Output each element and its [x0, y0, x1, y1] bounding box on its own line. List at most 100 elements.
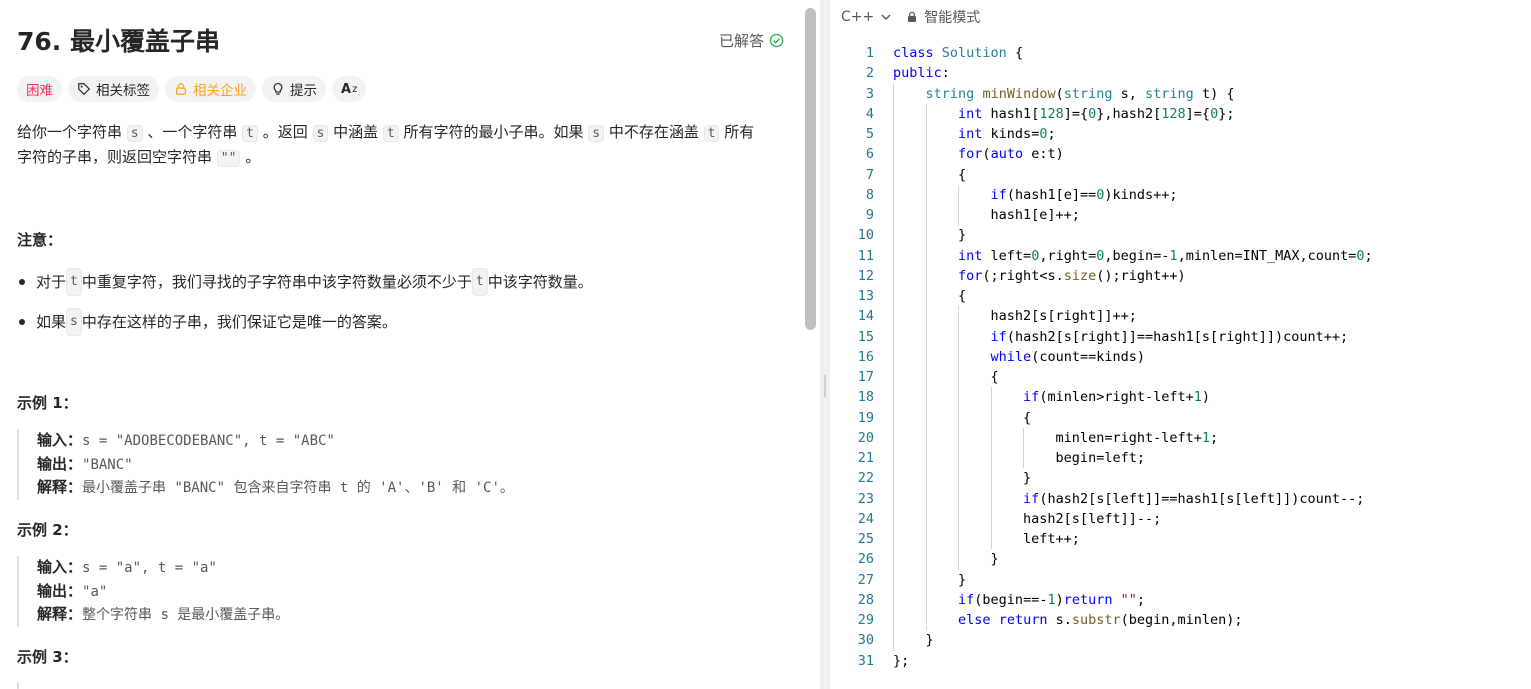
- code-text: left++;: [893, 531, 1080, 547]
- line-number: 1: [865, 45, 874, 61]
- code-text: }: [893, 227, 967, 244]
- code-text: string minWindow(string s, string t) {: [925, 85, 1235, 102]
- code-line[interactable]: 6 for(auto e:t): [830, 144, 1531, 165]
- hint-button[interactable]: 提示: [262, 76, 326, 102]
- code-line[interactable]: 21 begin=left;: [830, 448, 1531, 469]
- description-line-2: 字符的子串，则返回空字符串 "" 。: [17, 148, 261, 167]
- code-line[interactable]: 1 class Solution {: [830, 43, 1531, 63]
- code-text: for(auto e:t): [958, 146, 1064, 163]
- code-text: {: [893, 288, 967, 304]
- hint-label: 提示: [290, 83, 317, 99]
- code-text: hash1[e]++;: [893, 207, 1080, 223]
- code-text: }: [893, 470, 1032, 487]
- code-text: {: [893, 166, 967, 183]
- code-line[interactable]: 10 }: [830, 225, 1531, 246]
- code-line[interactable]: 18 if(minlen>right-left+1): [830, 387, 1531, 408]
- line-number: 28: [857, 591, 874, 608]
- code-text: while(count==kinds): [990, 348, 1145, 365]
- code-text: if(hash2[s[left]]==hash1[s[left]])count-…: [1023, 490, 1365, 507]
- line-number: 12: [857, 267, 874, 284]
- lightbulb-icon: [273, 82, 283, 95]
- list-item: 如果 s 中存在这样的子串，我们保证它是唯一的答案。: [17, 308, 593, 336]
- panel-divider[interactable]: [820, 0, 830, 689]
- line-number: 24: [857, 510, 874, 527]
- inline-code: "": [216, 150, 241, 167]
- language-select[interactable]: C++: [841, 9, 892, 25]
- line-number: 25: [857, 531, 874, 547]
- related-tags-label: 相关标签: [96, 83, 150, 99]
- code-line[interactable]: 11 int left=0,right=0,begin=-1,minlen=IN…: [830, 245, 1531, 266]
- code-line[interactable]: 26 }: [830, 549, 1531, 570]
- code-line[interactable]: 25 left++;: [830, 529, 1531, 550]
- tag-icon: [78, 83, 91, 96]
- code-line[interactable]: 15 if(hash2[s[right]]==hash1[s[right]])c…: [830, 326, 1531, 347]
- code-line[interactable]: 29 else return s.substr(begin,minlen);: [830, 610, 1531, 631]
- solved-status: 已解答: [719, 30, 784, 51]
- code-editor[interactable]: 1 class Solution {2 public: 3 string minWin…: [830, 43, 1531, 671]
- code-text: if(begin==-1)return "";: [958, 591, 1146, 608]
- inline-code: t: [382, 125, 399, 142]
- code-line[interactable]: 13 {: [830, 286, 1531, 307]
- line-number: 9: [865, 207, 874, 223]
- line-number: 20: [857, 429, 874, 446]
- line-number: 2: [865, 65, 874, 82]
- code-text: {: [893, 409, 1032, 426]
- example-2-heading: 示例 2：: [17, 521, 78, 539]
- code-line[interactable]: 31};: [830, 651, 1531, 671]
- code-line[interactable]: 3 string minWindow(string s, string t) {: [830, 83, 1531, 104]
- code-text: hash2[s[right]]++;: [893, 308, 1137, 325]
- line-number: 29: [857, 612, 874, 628]
- difficulty-label: 困难: [26, 83, 53, 99]
- related-tags-button[interactable]: 相关标签: [68, 76, 159, 102]
- line-number: 3: [865, 85, 874, 102]
- code-text: class Solution {: [893, 45, 1024, 61]
- code-line[interactable]: 16 while(count==kinds): [830, 346, 1531, 367]
- inline-code: s: [126, 125, 143, 142]
- code-line[interactable]: 7 {: [830, 164, 1531, 185]
- line-number: 6: [865, 146, 874, 163]
- code-line[interactable]: 9 hash1[e]++;: [830, 205, 1531, 226]
- code-text: }: [893, 632, 934, 649]
- code-text: int kinds=0;: [958, 126, 1056, 142]
- code-text: }: [893, 551, 999, 568]
- inline-code: s: [588, 125, 605, 142]
- code-line[interactable]: 27 }: [830, 569, 1531, 590]
- code-line[interactable]: 4 int hash1[128]={0},hash2[128]={0};: [830, 103, 1531, 124]
- code-line[interactable]: 24 hash2[s[left]]--;: [830, 508, 1531, 529]
- tag-bar: 困难 相关标签 相关企业 提示 Az: [17, 76, 367, 102]
- code-line[interactable]: 30 }: [830, 630, 1531, 651]
- code-line[interactable]: 23 if(hash2[s[left]]==hash1[s[left]])cou…: [830, 488, 1531, 509]
- code-line[interactable]: 19 {: [830, 407, 1531, 428]
- code-line[interactable]: 2 public:: [830, 63, 1531, 83]
- line-number: 31: [857, 652, 874, 669]
- code-line[interactable]: 14 hash2[s[right]]++;: [830, 306, 1531, 327]
- problem-title: 76. 最小覆盖子串: [17, 27, 220, 56]
- line-number: 16: [857, 348, 874, 365]
- related-companies-button[interactable]: 相关企业: [165, 76, 256, 102]
- line-number: 21: [857, 450, 874, 466]
- line-number: 13: [857, 288, 874, 304]
- code-line[interactable]: 22 }: [830, 468, 1531, 489]
- line-number: 30: [857, 632, 874, 649]
- problem-scrollbar[interactable]: [805, 8, 816, 330]
- code-text: begin=left;: [893, 450, 1145, 466]
- mode-label: 智能模式: [924, 9, 981, 26]
- code-line[interactable]: 8 if(hash1[e]==0)kinds++;: [830, 184, 1531, 205]
- code-line[interactable]: 5 int kinds=0;: [830, 124, 1531, 145]
- related-companies-label: 相关企业: [193, 83, 247, 99]
- code-text: minlen=right-left+1;: [893, 429, 1219, 446]
- code-text: int left=0,right=0,begin=-1,minlen=INT_M…: [958, 247, 1373, 264]
- code-line[interactable]: 28 if(begin==-1)return "";: [830, 589, 1531, 610]
- code-line[interactable]: 12 for(;right<s.size();right++): [830, 265, 1531, 286]
- code-line[interactable]: 20 minlen=right-left+1;: [830, 427, 1531, 448]
- line-number: 22: [857, 470, 874, 487]
- line-number: 10: [857, 227, 874, 244]
- smart-mode-toggle[interactable]: 智能模式: [906, 7, 980, 27]
- line-number: 4: [865, 105, 874, 122]
- code-text: }: [893, 571, 967, 588]
- code-line[interactable]: 17 {: [830, 367, 1531, 388]
- example-1-block: 输入：s = "ADOBECODEBANC", t = "ABC" 输出："BA…: [17, 429, 514, 500]
- translate-button[interactable]: Az: [332, 76, 367, 102]
- notes-list: 对于 t 中重复字符，我们寻找的子字符串中该字符数量必须不少于 t 中该字符数量…: [17, 268, 593, 348]
- divider-grip-icon[interactable]: [823, 375, 827, 397]
